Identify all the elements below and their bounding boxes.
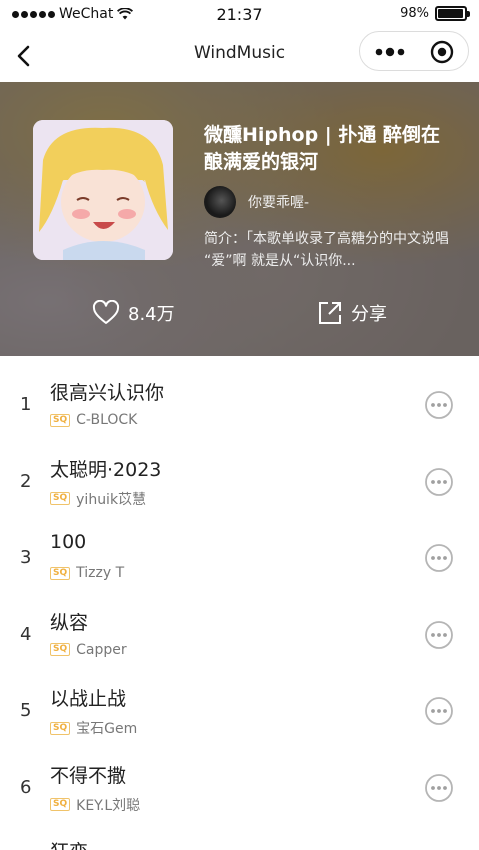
playlist-creator[interactable]: 你要乖喔- — [204, 186, 454, 218]
cover-illustration — [33, 120, 173, 260]
share-button[interactable]: 分享 — [317, 300, 387, 326]
song-title[interactable]: 纵容 — [50, 608, 88, 635]
song-title[interactable]: 100 — [50, 531, 86, 553]
song-row[interactable]: 2 太聪明·2023 SQ yihuik苡慧 — [0, 433, 479, 510]
song-row[interactable]: 5 以战止战 SQ 宝石Gem — [0, 662, 479, 739]
song-meta: SQ C-BLOCK — [50, 412, 137, 428]
more-circle-icon — [425, 697, 453, 725]
song-meta: SQ 宝石Gem — [50, 718, 137, 738]
battery-icon — [435, 6, 470, 21]
song-more-button[interactable] — [424, 620, 454, 650]
song-index: 3 — [20, 547, 32, 568]
like-count: 8.4万 — [128, 304, 175, 325]
song-artist[interactable]: 宝石Gem — [76, 718, 137, 738]
share-icon — [319, 302, 341, 324]
song-list: 1 很高兴认识你 SQ C-BLOCK 2 太聪明·2023 SQ yihuik苡慧 3 100 S… — [0, 356, 479, 850]
quality-badge: SQ — [50, 798, 71, 811]
song-title[interactable]: 太聪明·2023 — [50, 455, 161, 482]
quality-badge: SQ — [50, 566, 71, 580]
playlist-title: 微醺Hiphop | 扑通 醉倒在酿满爱的银河 — [204, 124, 440, 173]
song-artist[interactable]: Tizzy T — [76, 565, 124, 581]
song-meta: SQ Tizzy T — [50, 565, 124, 581]
creator-name[interactable]: 你要乖喔- — [248, 192, 309, 212]
quality-badge: SQ — [50, 721, 71, 735]
quality-badge: SQ — [50, 492, 71, 505]
song-title[interactable]: 以战止战 — [50, 684, 126, 711]
more-circle-icon — [425, 544, 453, 572]
miniprogram-capsule — [359, 31, 469, 71]
song-meta: SQ KEY.L刘聪 — [50, 795, 140, 815]
song-meta: SQ Capper — [50, 642, 127, 658]
status-bar: WeChat 21:37 98% — [0, 0, 479, 30]
song-row[interactable]: 1 很高兴认识你 SQ C-BLOCK — [0, 356, 479, 433]
playlist-cover[interactable] — [33, 120, 173, 260]
song-index: 6 — [20, 776, 32, 798]
song-row[interactable]: 4 纵容 SQ Capper — [0, 586, 479, 663]
song-row[interactable]: 6 不得不撒 SQ KEY.L刘聪 — [0, 739, 479, 816]
song-artist[interactable]: C-BLOCK — [76, 412, 137, 428]
song-title[interactable]: 不得不撒 — [50, 761, 126, 788]
target-icon — [430, 40, 454, 64]
more-circle-icon — [425, 467, 453, 496]
quality-badge: SQ — [50, 413, 71, 427]
share-label: 分享 — [351, 304, 387, 325]
song-title[interactable]: 很高兴认识你 — [50, 378, 164, 405]
song-artist[interactable]: Capper — [76, 642, 127, 658]
like-button[interactable]: 8.4万 — [92, 300, 175, 326]
song-index: 5 — [20, 700, 32, 721]
playlist-header: 微醺Hiphop | 扑通 醉倒在酿满爱的银河 你要乖喔- 简介：「本歌单收录了… — [0, 82, 479, 356]
song-artist[interactable]: yihuik苡慧 — [76, 489, 146, 509]
song-index: 2 — [20, 470, 32, 492]
battery-percent: 98% — [400, 6, 429, 21]
more-dots-icon — [375, 47, 405, 57]
playlist-description[interactable]: 简介：「本歌单收录了高糖分的中文说唱 “爱”啊 就是从“认识你... — [204, 228, 454, 272]
playlist-info: 微醺Hiphop | 扑通 醉倒在酿满爱的银河 你要乖喔- 简介：「本歌单收录了… — [204, 122, 454, 272]
song-more-button[interactable] — [424, 773, 454, 803]
battery-status: 98% — [400, 6, 470, 21]
heart-icon — [92, 300, 120, 324]
more-circle-icon — [425, 773, 453, 802]
song-more-button[interactable] — [424, 543, 454, 573]
song-row[interactable]: 7狂恋SQ — [0, 815, 479, 850]
song-meta: SQ yihuik苡慧 — [50, 489, 146, 509]
close-miniprogram-button[interactable] — [430, 40, 454, 64]
more-circle-icon — [425, 391, 453, 419]
song-index: 1 — [20, 394, 32, 415]
song-index: 4 — [20, 623, 32, 645]
song-more-button[interactable] — [424, 467, 454, 497]
quality-badge: SQ — [50, 643, 71, 656]
song-more-button[interactable] — [424, 390, 454, 420]
song-row[interactable]: 3 100 SQ Tizzy T — [0, 509, 479, 586]
creator-avatar[interactable] — [204, 186, 236, 218]
nav-bar: WindMusic — [0, 30, 479, 80]
song-artist[interactable]: KEY.L刘聪 — [76, 795, 140, 815]
song-title[interactable]: 狂恋 — [50, 837, 88, 850]
more-circle-icon — [425, 620, 453, 649]
song-more-button[interactable] — [424, 696, 454, 726]
more-menu-button[interactable] — [374, 43, 406, 61]
playlist-actions: 8.4万 分享 — [0, 300, 479, 330]
